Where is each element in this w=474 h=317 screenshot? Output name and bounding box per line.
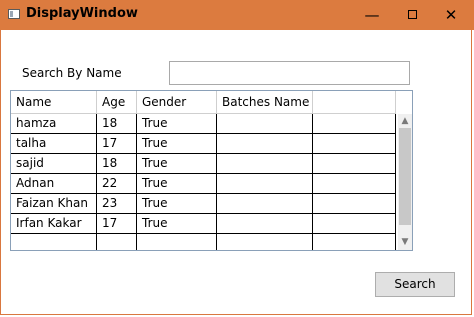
cell-batches-name[interactable] <box>217 154 313 173</box>
cell-gender[interactable]: True <box>137 174 217 193</box>
column-header-age[interactable]: Age <box>97 91 137 113</box>
table-row[interactable]: Irfan Kakar 17 True <box>11 214 396 234</box>
column-header-empty[interactable] <box>313 91 396 113</box>
table-row[interactable]: sajid 18 True <box>11 154 396 174</box>
column-header-gender[interactable]: Gender <box>137 91 217 113</box>
scrollbar-thumb[interactable] <box>399 128 411 225</box>
cell-gender[interactable]: True <box>137 194 217 213</box>
cell-batches-name[interactable] <box>217 174 313 193</box>
cell-age[interactable]: 23 <box>97 194 137 213</box>
table-row[interactable]: Faizan Khan 23 True <box>11 194 396 214</box>
cell-extra[interactable] <box>313 134 396 153</box>
cell-name[interactable]: Irfan Kakar <box>11 214 97 233</box>
cell-gender[interactable]: True <box>137 154 217 173</box>
data-grid[interactable]: Name Age Gender Batches Name hamza 18 Tr… <box>10 90 413 251</box>
cell-age[interactable]: 18 <box>97 114 137 133</box>
cell-batches-name[interactable] <box>217 214 313 233</box>
cell-name[interactable]: Faizan Khan <box>11 194 97 213</box>
cell-age[interactable]: 22 <box>97 174 137 193</box>
column-header-name[interactable]: Name <box>11 91 97 113</box>
scroll-up-icon[interactable]: ▲ <box>400 115 410 127</box>
column-header-batches-name[interactable]: Batches Name <box>217 91 313 113</box>
cell-name[interactable]: talha <box>11 134 97 153</box>
minimize-button[interactable]: — <box>354 0 390 30</box>
title-bar[interactable]: DisplayWindow — ✕ <box>0 0 474 30</box>
cell-batches-name[interactable] <box>217 194 313 213</box>
cell-batches-name[interactable] <box>217 114 313 133</box>
cell-extra[interactable] <box>313 234 396 250</box>
cell-batches-name[interactable] <box>217 234 313 250</box>
cell-extra[interactable] <box>313 114 396 133</box>
table-row[interactable]: talha 17 True <box>11 134 396 154</box>
cell-extra[interactable] <box>313 194 396 213</box>
search-button[interactable]: Search <box>375 272 455 297</box>
cell-name[interactable] <box>11 234 97 250</box>
cell-extra[interactable] <box>313 214 396 233</box>
search-label: Search By Name <box>22 66 122 80</box>
cell-age[interactable]: 17 <box>97 214 137 233</box>
cell-age[interactable]: 17 <box>97 134 137 153</box>
scroll-down-icon[interactable]: ▼ <box>400 236 410 248</box>
cell-name[interactable]: hamza <box>11 114 97 133</box>
cell-age[interactable] <box>97 234 137 250</box>
cell-age[interactable]: 18 <box>97 154 137 173</box>
cell-gender[interactable]: True <box>137 114 217 133</box>
cell-gender[interactable]: True <box>137 214 217 233</box>
new-row[interactable] <box>11 234 396 250</box>
close-button[interactable]: ✕ <box>433 0 469 30</box>
grid-header: Name Age Gender Batches Name <box>11 91 396 114</box>
table-row[interactable]: Adnan 22 True <box>11 174 396 194</box>
search-input[interactable] <box>169 61 410 85</box>
table-row[interactable]: hamza 18 True <box>11 114 396 134</box>
maximize-icon <box>408 10 417 19</box>
window-icon <box>8 9 20 19</box>
cell-batches-name[interactable] <box>217 134 313 153</box>
cell-extra[interactable] <box>313 174 396 193</box>
cell-gender[interactable] <box>137 234 217 250</box>
cell-gender[interactable]: True <box>137 134 217 153</box>
cell-name[interactable]: sajid <box>11 154 97 173</box>
cell-extra[interactable] <box>313 154 396 173</box>
window-title: DisplayWindow <box>26 6 138 21</box>
cell-name[interactable]: Adnan <box>11 174 97 193</box>
